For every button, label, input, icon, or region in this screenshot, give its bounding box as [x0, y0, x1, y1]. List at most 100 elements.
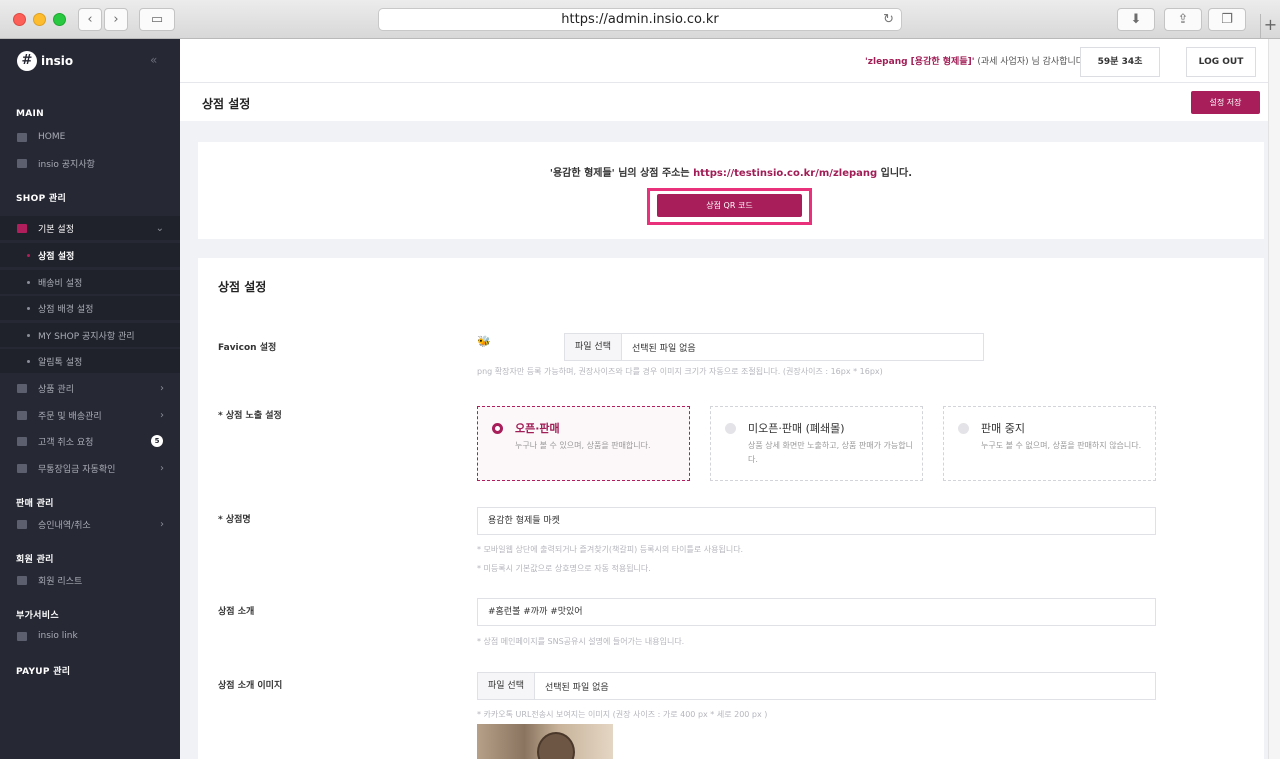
- intro-image-hint: * 카카오톡 URL전송시 보여지는 이미지 (권장 사이즈 : 가로 400 …: [477, 710, 768, 719]
- browser-toolbar: ‹ › ▭ https://admin.insio.co.kr ↻ ⬇ ⇪ ❐ …: [0, 0, 1280, 39]
- greeting-text: 'zlepang [용감한 형제들]' (과세 사업자) 님 감사합니다.: [865, 57, 1087, 67]
- sidebar-item-notice[interactable]: insio 공지사항: [0, 151, 180, 175]
- cancel-count-badge: 5: [151, 435, 163, 447]
- sidebar-item-approvals[interactable]: 승인내역/취소 ›: [0, 512, 180, 536]
- shop-address-text: '용감한 형제들' 님의 상점 주소는 https://testinsio.co…: [549, 168, 913, 179]
- chevron-right-icon: ›: [160, 382, 164, 394]
- download-icon: ⬇: [1130, 12, 1142, 27]
- favicon-hint: png 확장자만 등록 가능하며, 권장사이즈와 다를 경우 이미지 크기가 자…: [477, 367, 883, 376]
- sidebar-item-deposit-check[interactable]: 무통장입금 자동확인 ›: [0, 456, 180, 480]
- chevron-left-icon: ‹: [87, 12, 93, 27]
- favicon-label: Favicon 설정: [218, 343, 277, 353]
- logo[interactable]: # insio: [17, 51, 73, 71]
- url-text: https://admin.insio.co.kr: [561, 12, 719, 27]
- collapse-sidebar-icon[interactable]: «: [150, 53, 157, 67]
- sidebar-subitem-shop-settings[interactable]: 상점 설정: [0, 243, 180, 267]
- chevron-right-icon: ›: [160, 518, 164, 530]
- sidebar-item-insio-link[interactable]: insio link: [0, 624, 180, 648]
- card-icon: [17, 519, 27, 529]
- users-icon: [17, 575, 27, 585]
- close-window-button[interactable]: [13, 13, 26, 26]
- section-shop: SHOP 관리: [16, 194, 67, 204]
- chevron-right-icon: ›: [160, 409, 164, 421]
- radio-unselected-icon: [725, 423, 736, 434]
- intro-image-file-button[interactable]: 파일 선택: [478, 673, 535, 699]
- sidebar-icon: ▭: [150, 12, 164, 27]
- hash-logo-icon: #: [17, 51, 37, 71]
- radio-selected-icon: [492, 423, 503, 434]
- shop-address-card: '용감한 형제들' 님의 상점 주소는 https://testinsio.co…: [198, 142, 1264, 239]
- section-title: 상점 설정: [218, 280, 267, 294]
- exposure-label: * 상점 노출 설정: [218, 411, 282, 421]
- new-tab-button[interactable]: +: [1260, 14, 1280, 39]
- page-scrollbar[interactable]: [1268, 39, 1280, 759]
- save-settings-button[interactable]: 설정 저장: [1191, 91, 1260, 114]
- sidebar-subitem-shipping[interactable]: 배송비 설정: [0, 270, 180, 294]
- cancel-icon: [17, 436, 27, 446]
- favicon-preview-icon: 🐝: [477, 335, 491, 348]
- maximize-window-button[interactable]: [53, 13, 66, 26]
- section-payup: PAYUP 관리: [16, 667, 71, 677]
- bank-icon: [17, 463, 27, 473]
- link-icon: [17, 631, 27, 641]
- favicon-file-input[interactable]: 파일 선택 선택된 파일 없음: [564, 333, 984, 361]
- exposure-option-open[interactable]: 오픈·판매 누구나 볼 수 있으며, 상품을 판매합니다.: [477, 406, 690, 481]
- radio-unselected-icon: [958, 423, 969, 434]
- forward-button[interactable]: ›: [104, 8, 128, 31]
- page-title: 상점 설정: [202, 97, 251, 111]
- tabs-icon: ❐: [1221, 12, 1233, 27]
- share-button[interactable]: ⇪: [1164, 8, 1202, 31]
- chevron-right-icon: ›: [113, 12, 119, 27]
- sidebar-toggle-button[interactable]: ▭: [139, 8, 175, 31]
- notice-icon: [17, 158, 27, 168]
- shop-qr-code-button[interactable]: 상점 QR 코드: [657, 194, 802, 217]
- page-title-bar: 상점 설정 설정 저장: [180, 83, 1268, 121]
- shop-name-hint-2: * 미등록시 기본값으로 상호명으로 자동 적용됩니다.: [477, 564, 651, 573]
- sidebar-subitem-myshop-notice[interactable]: MY SHOP 공지사항 관리: [0, 323, 180, 347]
- logout-button[interactable]: LOG OUT: [1186, 47, 1256, 77]
- shop-intro-input[interactable]: #홈런볼 #까까 #맛있어: [477, 598, 1156, 626]
- favicon-file-button[interactable]: 파일 선택: [565, 334, 622, 360]
- sidebar-subitem-alimtalk[interactable]: 알림톡 설정: [0, 349, 180, 373]
- minimize-window-button[interactable]: [33, 13, 46, 26]
- shop-intro-label: 상점 소개: [218, 607, 255, 617]
- exposure-option-closed-mall[interactable]: 미오픈·판매 (폐쇄몰) 상품 상세 화면만 노출하고, 상품 판매가 가능합니…: [710, 406, 923, 481]
- product-icon: [17, 383, 27, 393]
- intro-image-file-value: 선택된 파일 없음: [544, 682, 609, 693]
- intro-image-label: 상점 소개 이미지: [218, 681, 283, 691]
- sidebar-subitem-background[interactable]: 상점 배경 설정: [0, 296, 180, 320]
- session-timer-button[interactable]: 59분 34초: [1080, 47, 1160, 77]
- sidebar-item-cancel-requests[interactable]: 고객 취소 요청 5: [0, 429, 180, 453]
- section-addon: 부가서비스: [16, 611, 59, 621]
- intro-image-preview: [477, 724, 613, 759]
- sidebar-item-products[interactable]: 상품 관리 ›: [0, 376, 180, 400]
- intro-image-file-input[interactable]: 파일 선택 선택된 파일 없음: [477, 672, 1156, 700]
- logo-text: insio: [41, 54, 74, 68]
- top-header: 'zlepang [용감한 형제들]' (과세 사업자) 님 감사합니다. 59…: [180, 39, 1280, 83]
- shop-settings-card: 상점 설정 Favicon 설정 🐝 파일 선택 선택된 파일 없음 png 확…: [198, 258, 1264, 759]
- reload-icon[interactable]: ↻: [883, 9, 894, 30]
- favicon-file-value: 선택된 파일 없음: [631, 343, 696, 354]
- section-sales: 판매 관리: [16, 499, 54, 509]
- plus-icon: +: [1263, 15, 1278, 34]
- section-main: MAIN: [16, 109, 45, 119]
- shop-name-hint-1: * 모바일웹 상단에 출력되거나 즐겨찾기(책갈피) 등록시의 타이틀로 사용됩…: [477, 545, 744, 554]
- sidebar-item-basic-settings[interactable]: 기본 설정 ⌄: [0, 216, 180, 240]
- truck-icon: [17, 410, 27, 420]
- exposure-option-stopped[interactable]: 판매 중지 누구도 볼 수 없으며, 상품을 판매하지 않습니다.: [943, 406, 1156, 481]
- shop-name-label: * 상점명: [218, 515, 251, 525]
- settings-icon: [17, 223, 27, 233]
- sidebar-item-orders[interactable]: 주문 및 배송관리 ›: [0, 403, 180, 427]
- shop-address-link[interactable]: https://testinsio.co.kr/m/zlepang: [693, 168, 877, 179]
- downloads-button[interactable]: ⬇: [1117, 8, 1155, 31]
- back-button[interactable]: ‹: [78, 8, 102, 31]
- address-bar[interactable]: https://admin.insio.co.kr ↻: [378, 8, 902, 31]
- home-icon: [17, 132, 27, 142]
- shop-intro-hint: * 상점 메인페이지를 SNS공유시 설명에 들어가는 내용입니다.: [477, 637, 685, 646]
- chevron-down-icon: ⌄: [155, 222, 164, 234]
- sidebar-item-home[interactable]: HOME: [0, 125, 180, 149]
- sidebar-item-member-list[interactable]: 회원 리스트: [0, 568, 180, 592]
- shop-name-input[interactable]: 용감한 형제들 마켓: [477, 507, 1156, 535]
- tabs-button[interactable]: ❐: [1208, 8, 1246, 31]
- chevron-right-icon: ›: [160, 462, 164, 474]
